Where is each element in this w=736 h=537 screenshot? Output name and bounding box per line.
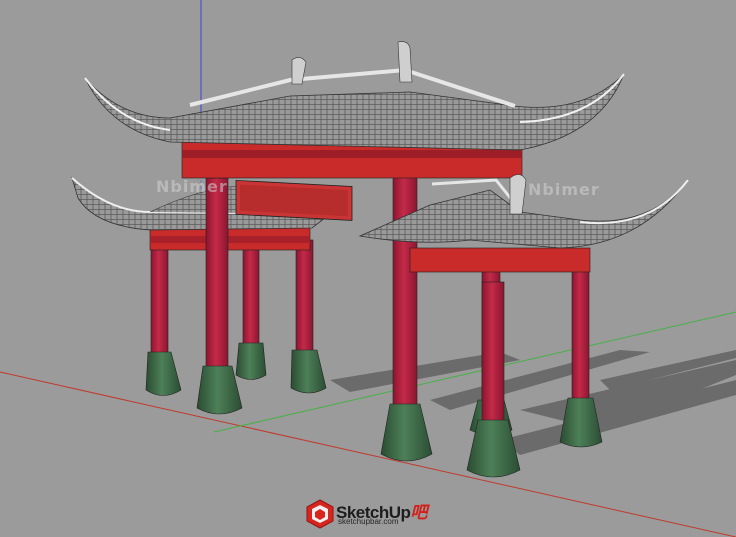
left-pillars-back: [235, 239, 327, 394]
sketchup-viewport[interactable]: Nbimer Nbimer SketchUp吧 sketchupbar.com: [0, 0, 736, 537]
sketchup-bar-logo: SketchUp吧 sketchupbar.com: [306, 497, 466, 531]
watermark-right: Nbimer: [528, 180, 600, 199]
logo-suffix: 吧: [410, 503, 427, 522]
axis-lines: [0, 0, 736, 537]
sketchup-cube-icon: [306, 499, 334, 529]
watermark-left: Nbimer: [156, 177, 228, 196]
logo-url: sketchupbar.com: [338, 517, 399, 526]
archway-model-scene: [0, 0, 736, 537]
